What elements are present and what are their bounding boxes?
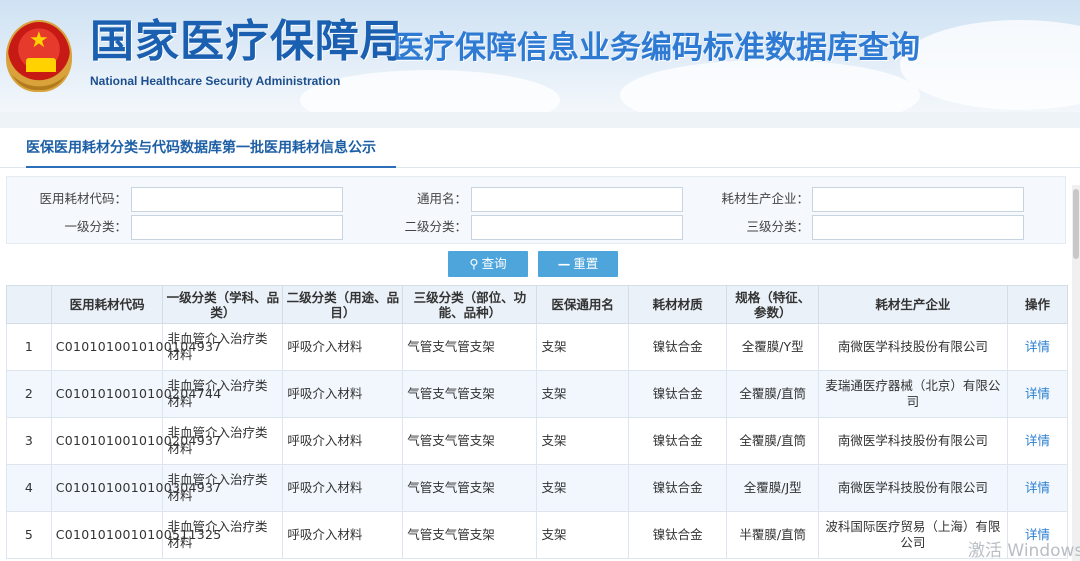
- table-row: 2 C0101010010100204744 非血管介入治疗类材料 呼吸介入材料…: [6, 370, 1069, 418]
- col-header-generic-name: 医保通用名: [536, 285, 629, 324]
- col-header-code: 医用耗材代码: [50, 285, 164, 324]
- spec-cell: 全覆膜/J型: [726, 464, 819, 512]
- col-header-material: 耗材材质: [627, 285, 728, 324]
- material-cell: 镍钛合金: [627, 464, 728, 512]
- activate-windows-watermark: 激活 Windows: [968, 541, 1080, 561]
- national-emblem-icon: ★: [6, 20, 72, 92]
- detail-link[interactable]: 详情: [1006, 370, 1069, 418]
- code-input[interactable]: [131, 187, 343, 212]
- cat2-cell: 呼吸介入材料: [282, 323, 404, 371]
- manufacturer-cell: 麦瑞通医疗器械（北京）有限公司: [817, 370, 1008, 418]
- field-label-generic-name: 通用名：: [416, 191, 467, 206]
- cat1-cell: 非血管介入治疗类材料: [162, 417, 284, 465]
- cat2-cell: 呼吸介入材料: [282, 370, 404, 418]
- generic-name-input[interactable]: [471, 187, 683, 212]
- spec-cell: 全覆膜/Y型: [726, 323, 819, 371]
- query-button[interactable]: ⚲ 查询: [448, 251, 528, 277]
- col-header-cat1: 一级分类（学科、品类）: [162, 285, 284, 324]
- col-header-manufacturer: 耗材生产企业: [817, 285, 1008, 324]
- spec-cell: 全覆膜/直筒: [726, 417, 819, 465]
- cat2-cell: 呼吸介入材料: [282, 417, 404, 465]
- minus-icon: —: [557, 256, 571, 271]
- manufacturer-cell: 南微医学科技股份有限公司: [817, 464, 1008, 512]
- vertical-scrollbar[interactable]: [1072, 185, 1080, 561]
- manufacturer-cell: 南微医学科技股份有限公司: [817, 417, 1008, 465]
- cat2-cell: 呼吸介入材料: [282, 464, 404, 512]
- row-index: 3: [6, 417, 52, 465]
- cat3-cell: 气管支气管支架: [402, 370, 538, 418]
- col-header-spec: 规格（特征、参数）: [726, 285, 819, 324]
- material-cell: 镍钛合金: [627, 370, 728, 418]
- field-label-cat3: 三级分类：: [746, 219, 809, 234]
- generic-name-cell: 支架: [536, 511, 629, 559]
- agency-name-en: National Healthcare Security Administrat…: [90, 74, 341, 88]
- consumable-code: C0101010010100104937: [50, 323, 221, 371]
- consumable-code: C0101010010100204937: [50, 417, 221, 465]
- tab-consumables-publicity[interactable]: 医保医用耗材分类与代码数据库第一批医用耗材信息公示: [26, 138, 396, 168]
- cat2-input[interactable]: [471, 215, 683, 240]
- query-button-label: 查询: [481, 256, 507, 271]
- col-header-cat3: 三级分类（部位、功能、品种）: [402, 285, 538, 324]
- tab-bar: 医保医用耗材分类与代码数据库第一批医用耗材信息公示: [0, 128, 1080, 168]
- generic-name-cell: 支架: [536, 464, 629, 512]
- row-index: 5: [6, 511, 52, 559]
- manufacturer-input[interactable]: [812, 187, 1024, 212]
- detail-link[interactable]: 详情: [1006, 464, 1069, 512]
- cat3-cell: 气管支气管支架: [402, 323, 538, 371]
- cat1-input[interactable]: [131, 215, 343, 240]
- field-label-cat1: 一级分类：: [64, 219, 127, 234]
- field-label-manufacturer: 耗材生产企业：: [721, 191, 809, 206]
- table-row: 1 C0101010010100104937 非血管介入治疗类材料 呼吸介入材料…: [6, 323, 1069, 371]
- cat2-cell: 呼吸介入材料: [282, 511, 404, 559]
- row-index: 2: [6, 370, 52, 418]
- material-cell: 镍钛合金: [627, 417, 728, 465]
- consumables-table: 医用耗材代码 一级分类（学科、品类） 二级分类（用途、品目） 三级分类（部位、功…: [6, 285, 1069, 559]
- generic-name-cell: 支架: [536, 417, 629, 465]
- table-row: 4 C0101010010100304937 非血管介入治疗类材料 呼吸介入材料…: [6, 464, 1069, 512]
- header-banner: ★ 国家医疗保障局 National Healthcare Security A…: [0, 0, 1080, 112]
- cloud-decoration: [620, 60, 920, 112]
- cat3-input[interactable]: [812, 215, 1024, 240]
- spec-cell: 全覆膜/直筒: [726, 370, 819, 418]
- cat1-cell: 非血管介入治疗类材料: [162, 370, 284, 418]
- scrollbar-thumb[interactable]: [1073, 189, 1079, 259]
- cat1-cell: 非血管介入治疗类材料: [162, 464, 284, 512]
- cat3-cell: 气管支气管支架: [402, 511, 538, 559]
- generic-name-cell: 支架: [536, 370, 629, 418]
- agency-name-cn: 国家医疗保障局: [90, 16, 405, 67]
- consumable-code: C0101010010100304937: [50, 464, 221, 512]
- row-index: 4: [6, 464, 52, 512]
- material-cell: 镍钛合金: [627, 323, 728, 371]
- table-header-row: 医用耗材代码 一级分类（学科、品类） 二级分类（用途、品目） 三级分类（部位、功…: [6, 285, 1069, 324]
- search-form: 医用耗材代码： 通用名： 耗材生产企业： 一级分类： 二级分类： 三级分类：: [6, 176, 1066, 244]
- table-row: 5 C0101010010100511325 非血管介入治疗类材料 呼吸介入材料…: [6, 511, 1069, 559]
- consumable-code: C0101010010100511325: [50, 511, 221, 559]
- main-panel: 医保医用耗材分类与代码数据库第一批医用耗材信息公示 医用耗材代码： 通用名： 耗…: [0, 128, 1080, 561]
- col-header-index: [6, 285, 52, 324]
- material-cell: 镍钛合金: [627, 511, 728, 559]
- col-header-action: 操作: [1006, 285, 1069, 324]
- manufacturer-cell: 南微医学科技股份有限公司: [817, 323, 1008, 371]
- cat1-cell: 非血管介入治疗类材料: [162, 511, 284, 559]
- search-icon: ⚲: [469, 256, 479, 271]
- spec-cell: 半覆膜/直筒: [726, 511, 819, 559]
- cat1-cell: 非血管介入治疗类材料: [162, 323, 284, 371]
- detail-link[interactable]: 详情: [1006, 323, 1069, 371]
- cat3-cell: 气管支气管支架: [402, 417, 538, 465]
- generic-name-cell: 支架: [536, 323, 629, 371]
- table-row: 3 C0101010010100204937 非血管介入治疗类材料 呼吸介入材料…: [6, 417, 1069, 465]
- reset-button[interactable]: — 重置: [538, 251, 618, 277]
- cloud-decoration: [900, 20, 1080, 110]
- row-index: 1: [6, 323, 52, 371]
- field-label-code: 医用耗材代码：: [39, 191, 127, 206]
- col-header-cat2: 二级分类（用途、品目）: [282, 285, 404, 324]
- site-title: 医疗保障信息业务编码标准数据库查询: [393, 30, 920, 66]
- reset-button-label: 重置: [573, 256, 599, 271]
- consumable-code: C0101010010100204744: [50, 370, 221, 418]
- field-label-cat2: 二级分类：: [404, 219, 467, 234]
- cat3-cell: 气管支气管支架: [402, 464, 538, 512]
- detail-link[interactable]: 详情: [1006, 417, 1069, 465]
